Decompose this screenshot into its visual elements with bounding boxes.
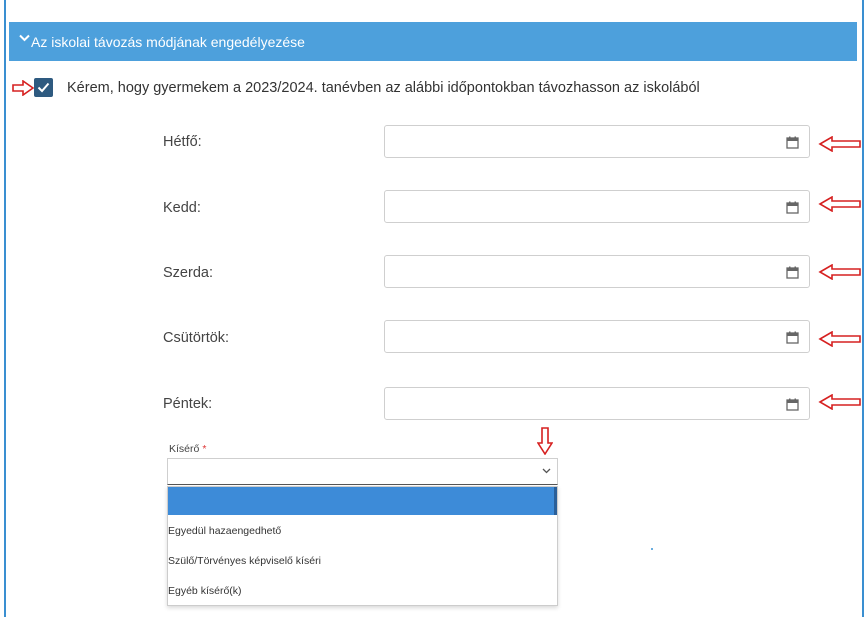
section-title: Az iskolai távozás módjának engedélyezés… [31, 33, 305, 50]
companion-label: Kísérő * [169, 443, 206, 455]
dropdown-option-other[interactable]: Egyéb kísérő(k) [168, 585, 242, 597]
chevron-down-icon [19, 34, 30, 42]
annotation-arrow-left-icon [818, 136, 861, 152]
dropdown-option-empty[interactable] [168, 487, 557, 515]
day-label-thursday: Csütörtök: [163, 330, 230, 346]
day-label-tuesday: Kedd: [163, 200, 201, 216]
calendar-icon[interactable] [786, 136, 799, 149]
dropdown-option-parent[interactable]: Szülő/Törvényes képviselő kíséri [168, 555, 321, 567]
day-label-monday: Hétfő: [163, 134, 202, 150]
annotation-arrow-left-icon [818, 264, 861, 280]
chevron-down-icon [542, 468, 551, 474]
annotation-arrow-left-icon [818, 394, 861, 410]
thursday-time-input[interactable] [384, 320, 810, 353]
calendar-icon[interactable] [786, 201, 799, 214]
annotation-arrow-left-icon [818, 196, 861, 212]
tuesday-time-input[interactable] [384, 190, 810, 223]
companion-label-text: Kísérő [169, 443, 200, 455]
day-label-wednesday: Szerda: [163, 265, 213, 281]
checkmark-icon [37, 82, 50, 93]
annotation-arrow-left-icon [818, 331, 861, 347]
companion-dropdown: Egyedül hazaengedhető Szülő/Törvényes ké… [167, 486, 558, 606]
wednesday-time-input[interactable] [384, 255, 810, 288]
consent-text: Kérem, hogy gyermekem a 2023/2024. tanév… [67, 79, 700, 96]
section-header[interactable]: Az iskolai távozás módjának engedélyezés… [9, 22, 857, 61]
calendar-icon[interactable] [786, 266, 799, 279]
calendar-icon[interactable] [786, 331, 799, 344]
consent-row: Kérem, hogy gyermekem a 2023/2024. tanév… [12, 78, 700, 97]
consent-checkbox[interactable] [34, 78, 53, 97]
annotation-arrow-down-icon [537, 427, 553, 455]
required-mark: * [202, 443, 207, 455]
stray-dot [651, 548, 653, 550]
calendar-icon[interactable] [786, 398, 799, 411]
day-label-friday: Péntek: [163, 396, 213, 412]
monday-time-input[interactable] [384, 125, 810, 158]
companion-select[interactable] [167, 458, 558, 485]
friday-time-input[interactable] [384, 387, 810, 420]
dropdown-option-alone[interactable]: Egyedül hazaengedhető [168, 525, 281, 537]
